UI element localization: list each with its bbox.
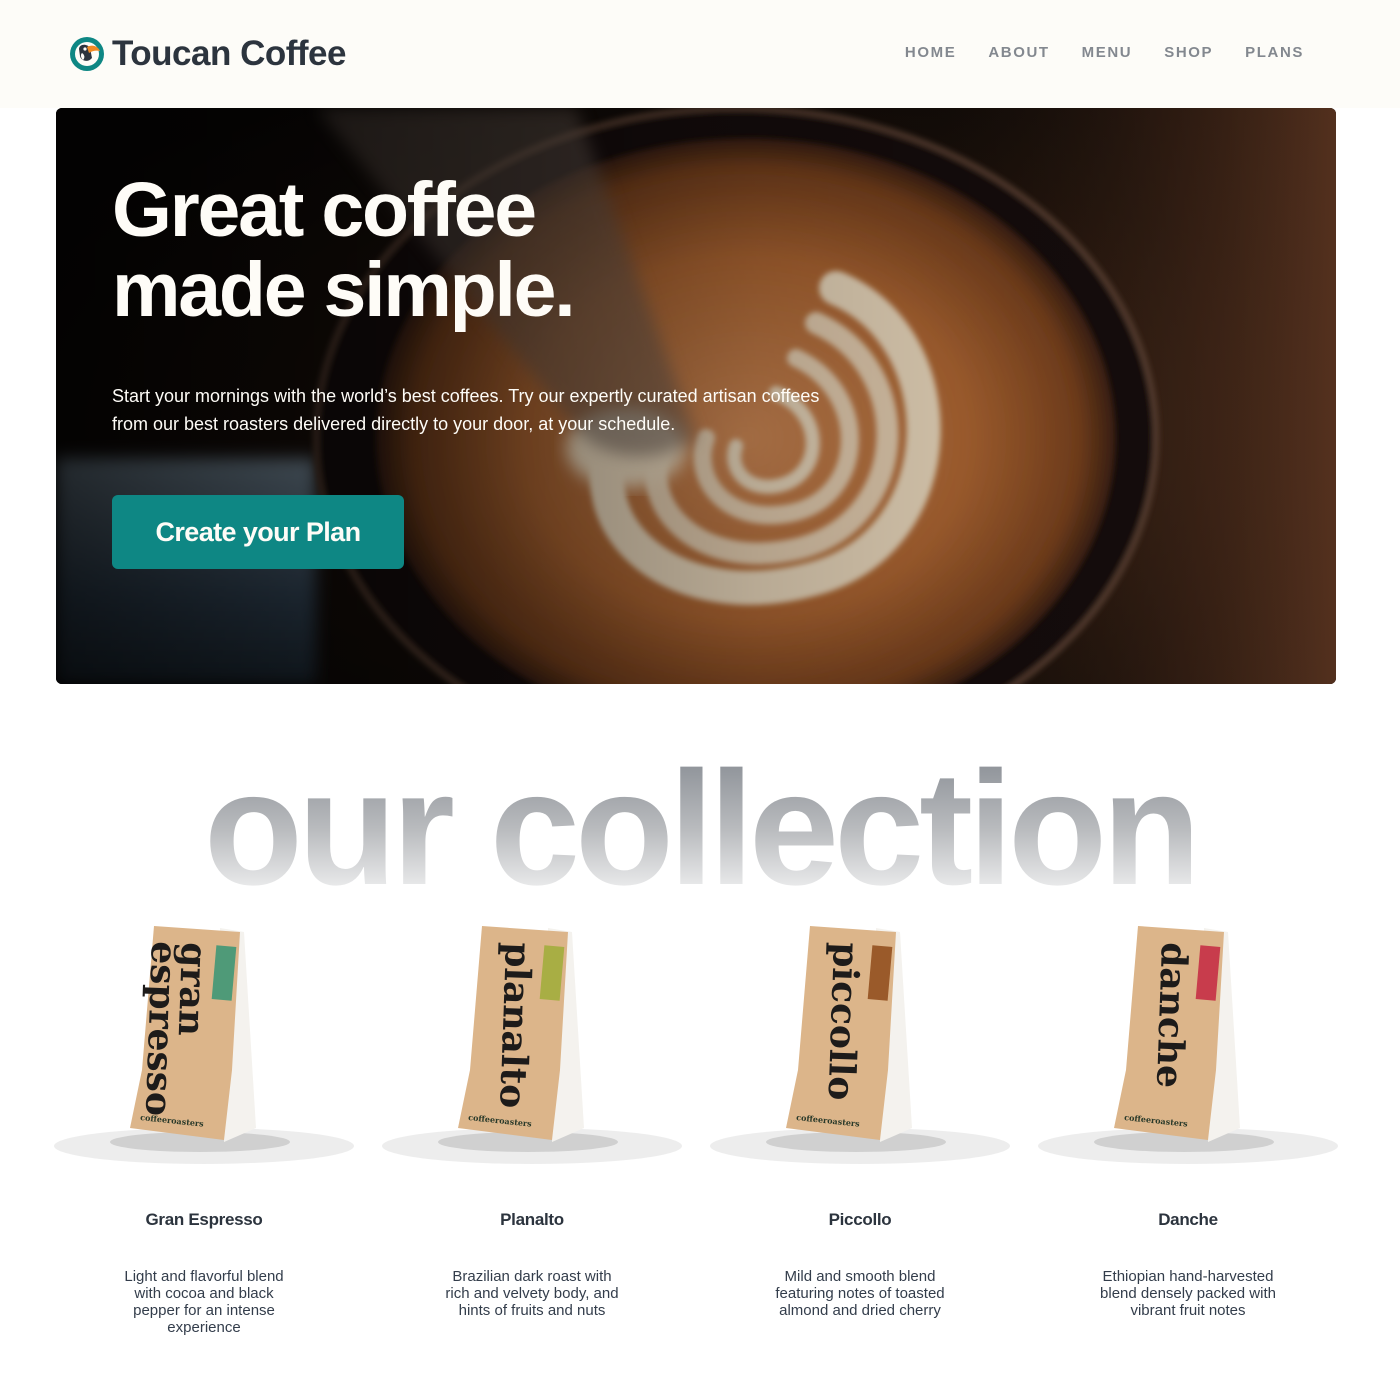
collection-heading: our collection — [0, 744, 1400, 914]
bag-label-1: piccollo — [819, 942, 866, 1101]
hero-title: Great coffee made simple. — [112, 170, 812, 330]
bag-label-1: planalto — [491, 942, 539, 1109]
hero-title-line-1: Great coffee — [112, 167, 537, 253]
nav-plans[interactable]: PLANS — [1245, 44, 1304, 62]
product-list: gran espresso coffeeroasters Gran Espres… — [40, 920, 1360, 1360]
create-plan-button[interactable]: Create your Plan — [112, 495, 404, 569]
product-name: Danche — [1158, 1210, 1218, 1229]
brand-name: Toucan Coffee — [112, 34, 346, 73]
toucan-icon — [70, 37, 104, 71]
nav-about[interactable]: ABOUT — [988, 44, 1049, 62]
coffee-bag-image: piccollo coffeeroasters — [710, 926, 1010, 1164]
nav-menu[interactable]: MENU — [1082, 44, 1133, 62]
site-header: Toucan Coffee HOME ABOUT MENU SHOP PLANS — [0, 0, 1400, 108]
main-nav: HOME ABOUT MENU SHOP PLANS — [873, 44, 1304, 62]
coffee-bag-image: danche coffeeroasters — [1038, 926, 1338, 1164]
nav-shop[interactable]: SHOP — [1164, 44, 1213, 62]
product-description: Ethiopian hand-harvested blend densely p… — [1100, 1268, 1276, 1319]
coffee-bag-image: gran espresso coffeeroasters — [54, 926, 354, 1164]
product-name: Gran Espresso — [145, 1210, 263, 1229]
bag-label-2: espresso — [137, 941, 185, 1117]
product-card[interactable]: gran espresso coffeeroasters Gran Espres… — [40, 920, 368, 1360]
nav-home[interactable]: HOME — [905, 44, 956, 62]
product-card[interactable]: planalto coffeeroasters Planalto Brazili… — [368, 920, 696, 1360]
product-card[interactable]: piccollo coffeeroasters Piccollo Mild an… — [696, 920, 1024, 1360]
product-card[interactable]: danche coffeeroasters Danche Ethiopian h… — [1024, 920, 1352, 1360]
product-description: Mild and smooth blend featuring notes of… — [775, 1268, 945, 1319]
brand-logo[interactable]: Toucan Coffee — [70, 36, 346, 72]
bag-label-1: danche — [1148, 942, 1195, 1089]
coffee-bag-image: planalto coffeeroasters — [382, 926, 682, 1164]
product-description: Light and flavorful blend with cocoa and… — [124, 1268, 284, 1336]
hero-banner: Great coffee made simple. Start your mor… — [56, 108, 1336, 684]
product-description: Brazilian dark roast with rich and velve… — [445, 1268, 619, 1319]
product-name: Planalto — [500, 1210, 564, 1229]
hero-title-line-2: made simple. — [112, 247, 576, 333]
hero-description: Start your mornings with the world’s bes… — [112, 386, 820, 434]
product-name: Piccollo — [828, 1210, 892, 1229]
